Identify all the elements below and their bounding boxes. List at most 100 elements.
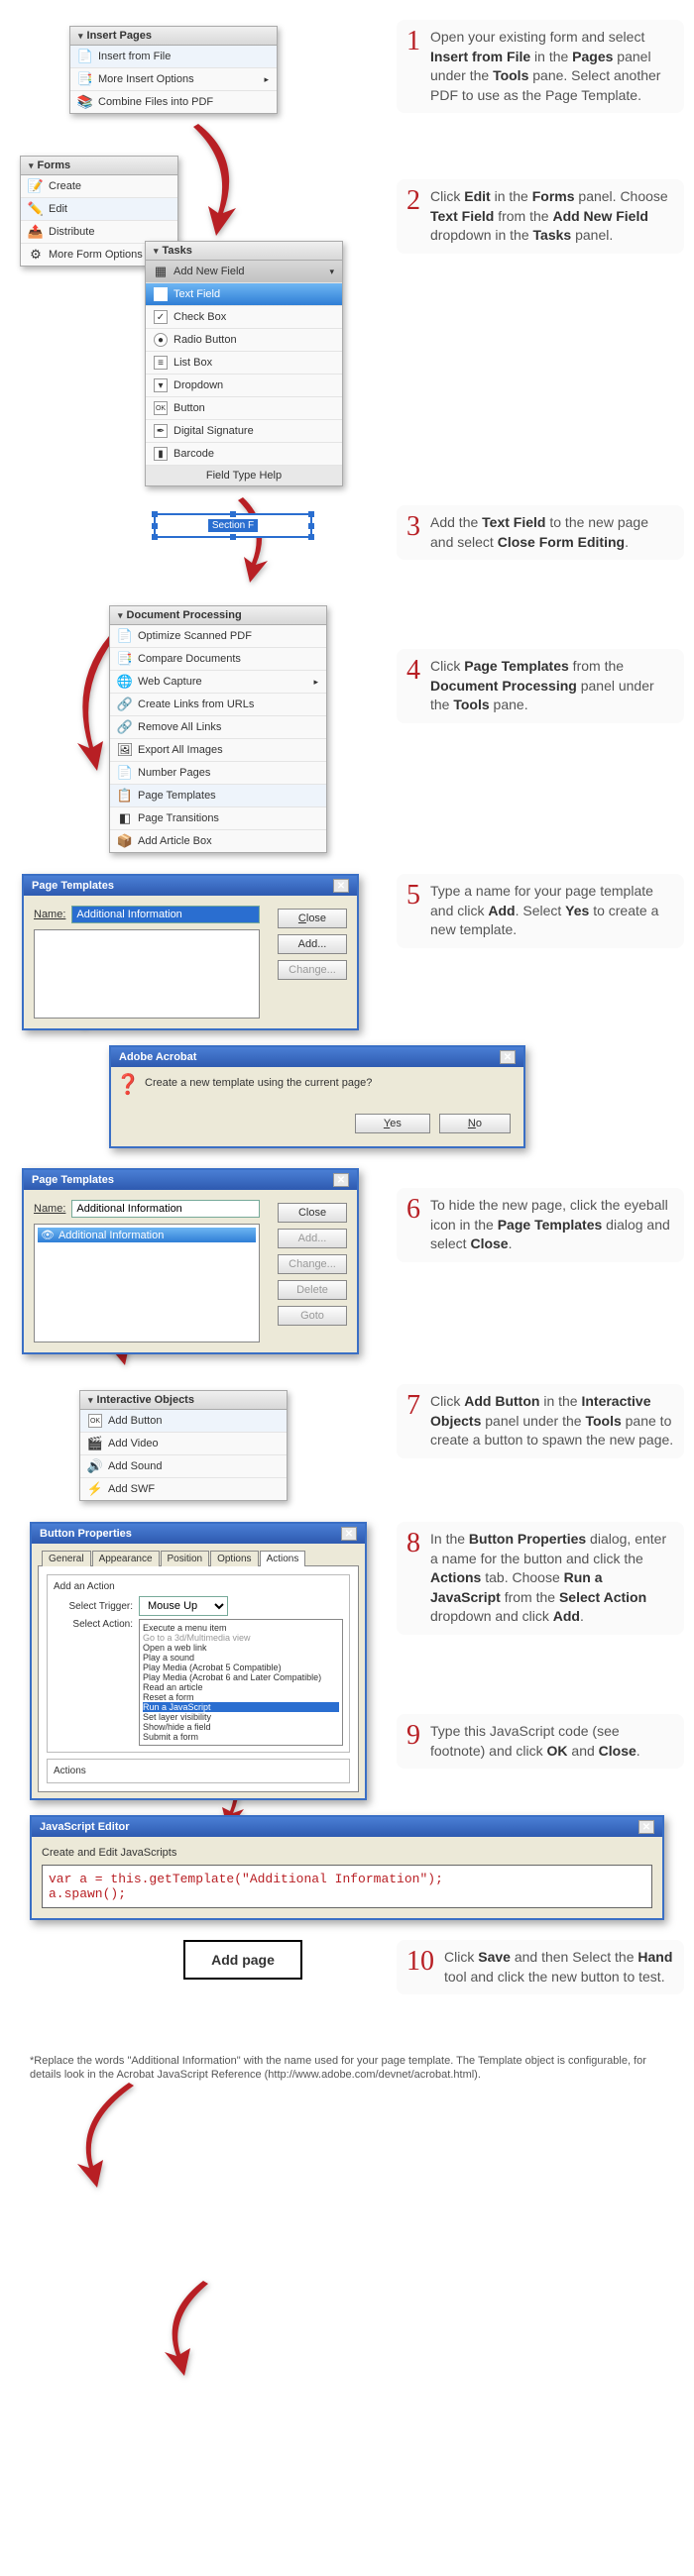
js-editor-sub: Create and Edit JavaScripts (42, 1847, 652, 1859)
checkbox-icon: ✓ (154, 310, 168, 324)
task-barcode[interactable]: ▮Barcode (146, 443, 342, 466)
delete-button[interactable]: Delete (278, 1280, 347, 1300)
template-name-input[interactable]: Additional Information (71, 906, 260, 923)
forms-header: ▾Forms (21, 157, 177, 175)
dp-export-img[interactable]: 🖼Export All Images (110, 739, 326, 762)
template-list-item[interactable]: 👁Additional Information (38, 1228, 256, 1242)
dp-compare[interactable]: 📑Compare Documents (110, 648, 326, 671)
dp-number[interactable]: 📄Number Pages (110, 762, 326, 785)
io-add-sound[interactable]: 🔊Add Sound (80, 1455, 287, 1478)
tab-actions[interactable]: Actions (260, 1551, 306, 1566)
change-button[interactable]: Change... (278, 960, 347, 980)
step10-callout: 10 Click Save and then Select the Hand t… (397, 1940, 684, 1994)
step5-callout: 5 Type a name for your page template and… (397, 874, 684, 948)
compare-icon: 📑 (118, 652, 132, 666)
js-code-input[interactable]: var a = this.getTemplate("Additional Inf… (42, 1865, 652, 1908)
link-icon: 🔗 (118, 698, 132, 711)
number-icon: 📄 (118, 766, 132, 780)
field-label: Section F (208, 519, 258, 532)
unlink-icon: 🔗 (118, 720, 132, 734)
field-icon: ▦ (154, 265, 168, 278)
dropdown-icon: ▾ (154, 378, 168, 392)
io-add-video[interactable]: 🎬Add Video (80, 1433, 287, 1455)
io-add-button[interactable]: OKAdd Button (80, 1410, 287, 1433)
step7-callout: 7 Click Add Button in the Interactive Ob… (397, 1384, 684, 1458)
add-new-field-head[interactable]: ▦Add New Field▾ (146, 261, 342, 283)
step6-callout: 6 To hide the new page, click the eyebal… (397, 1188, 684, 1262)
close-icon[interactable]: ✕ (638, 1820, 654, 1834)
task-radio[interactable]: ●Radio Button (146, 329, 342, 352)
dp-article[interactable]: 📦Add Article Box (110, 830, 326, 852)
dp-transitions[interactable]: ◧Page Transitions (110, 807, 326, 830)
tasks-header: ▾Tasks (146, 242, 342, 261)
tab-appearance[interactable]: Appearance (92, 1551, 160, 1566)
task-text-field[interactable]: TText Field (146, 283, 342, 306)
close-button[interactable]: Close (278, 909, 347, 928)
text-field-widget[interactable]: Section F (154, 513, 312, 538)
add-page-button[interactable]: Add page (183, 1940, 302, 1980)
task-sig[interactable]: ✒Digital Signature (146, 420, 342, 443)
barcode-icon: ▮ (154, 447, 168, 461)
button-icon: OK (154, 401, 168, 415)
change-button[interactable]: Change... (278, 1254, 347, 1274)
web-icon: 🌐 (118, 675, 132, 689)
question-icon: ❓ (121, 1077, 135, 1091)
step2-callout: 2 Click Edit in the Forms panel. Choose … (397, 179, 684, 254)
swf-icon: ⚡ (88, 1482, 102, 1496)
step8-callout: 8 In the Button Properties dialog, enter… (397, 1522, 684, 1635)
template-icon: 📋 (118, 789, 132, 803)
tab-general[interactable]: General (42, 1551, 91, 1566)
add-button[interactable]: Add... (278, 934, 347, 954)
actions-label: Actions (54, 1766, 86, 1776)
goto-button[interactable]: Goto (278, 1306, 347, 1326)
trigger-label: Select Trigger: (54, 1601, 133, 1612)
close-icon[interactable]: ✕ (333, 1173, 349, 1187)
task-dropdown[interactable]: ▾Dropdown (146, 375, 342, 397)
dp-templates[interactable]: 📋Page Templates (110, 785, 326, 807)
task-help[interactable]: Field Type Help (146, 466, 342, 485)
close-icon[interactable]: ✕ (333, 879, 349, 893)
close-button[interactable]: Close (278, 1203, 347, 1223)
no-button[interactable]: No (439, 1114, 511, 1133)
dp-links[interactable]: 🔗Create Links from URLs (110, 694, 326, 716)
tab-options[interactable]: Options (210, 1551, 258, 1566)
gear-icon: ⚙ (29, 248, 43, 262)
dp-web[interactable]: 🌐Web Capture▸ (110, 671, 326, 694)
task-listbox[interactable]: ≡List Box (146, 352, 342, 375)
dp-optimize[interactable]: 📄Optimize Scanned PDF (110, 625, 326, 648)
dp-remove-links[interactable]: 🔗Remove All Links (110, 716, 326, 739)
more-insert-item[interactable]: 📑More Insert Options▸ (70, 68, 277, 91)
task-button[interactable]: OKButton (146, 397, 342, 420)
eyeball-icon[interactable]: 👁 (41, 1229, 55, 1241)
io-add-swf[interactable]: ⚡Add SWF (80, 1478, 287, 1500)
action-select-list[interactable]: Execute a menu item Go to a 3d/Multimedi… (139, 1619, 343, 1746)
create-icon: 📝 (29, 179, 43, 193)
combine-files-item[interactable]: 📚Combine Files into PDF (70, 91, 277, 113)
close-icon[interactable]: ✕ (500, 1050, 516, 1064)
edit-icon: ✏️ (29, 202, 43, 216)
radio-icon: ● (154, 333, 168, 347)
action-label: Select Action: (54, 1619, 133, 1630)
step3-callout: 3 Add the Text Field to the new page and… (397, 505, 684, 560)
button-icon: OK (88, 1414, 102, 1428)
trigger-select[interactable]: Mouse Up (139, 1596, 228, 1616)
template-name-input[interactable] (71, 1200, 260, 1218)
interactive-header: ▾Interactive Objects (80, 1391, 287, 1410)
image-icon: 🖼 (118, 743, 132, 757)
add-button[interactable]: Add... (278, 1229, 347, 1248)
template-list[interactable]: 👁Additional Information (34, 1224, 260, 1342)
forms-edit[interactable]: ✏️Edit (21, 198, 177, 221)
tab-position[interactable]: Position (161, 1551, 210, 1566)
task-checkbox[interactable]: ✓Check Box (146, 306, 342, 329)
page-plus-icon: 📄 (78, 50, 92, 63)
step9-callout: 9 Type this JavaScript code (see footnot… (397, 1714, 684, 1769)
footnote: *Replace the words "Additional Informati… (10, 2034, 684, 2122)
page-templates-title: Page Templates✕ (24, 876, 357, 896)
insert-from-file-item[interactable]: 📄Insert from File (70, 46, 277, 68)
distribute-icon: 📤 (29, 225, 43, 239)
video-icon: 🎬 (88, 1437, 102, 1450)
template-list[interactable] (34, 929, 260, 1019)
close-icon[interactable]: ✕ (341, 1527, 357, 1541)
forms-create[interactable]: 📝Create (21, 175, 177, 198)
yes-button[interactable]: Yes (355, 1114, 430, 1133)
